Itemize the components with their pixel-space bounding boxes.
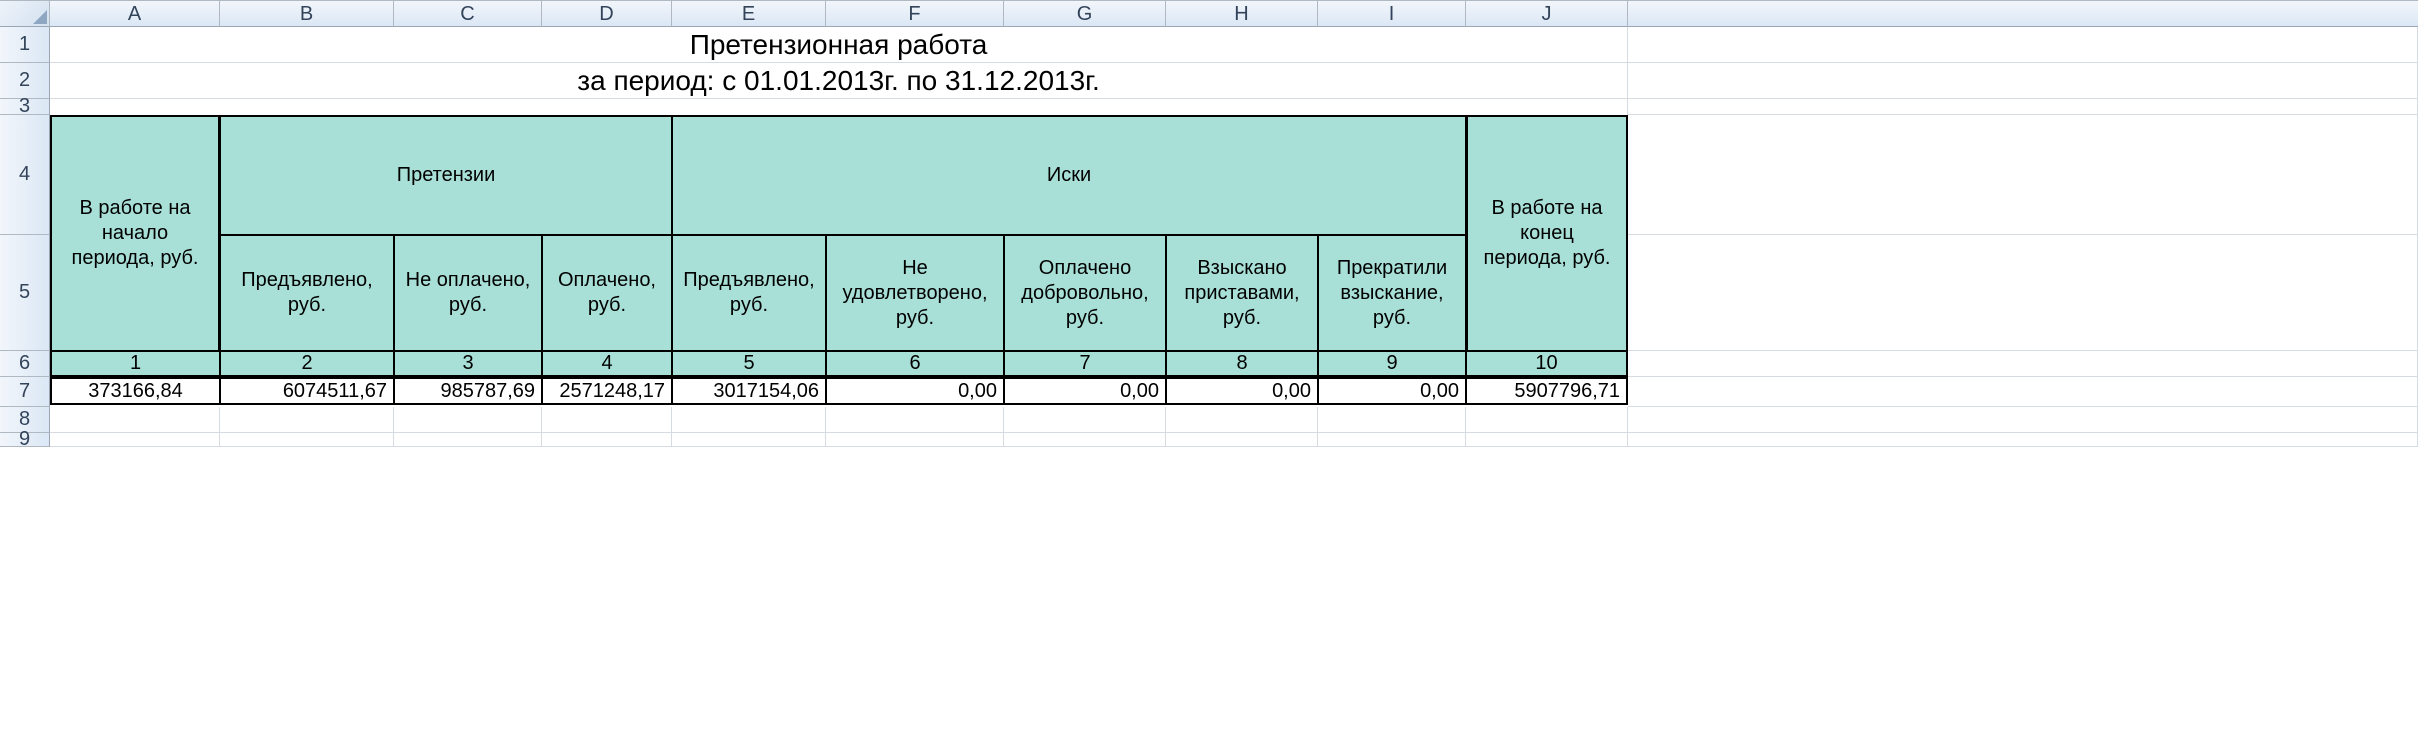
spreadsheet-grid[interactable]: A B C D E F G H I J 1 Претензионная рабо…: [0, 0, 2418, 447]
table-header-c: Не оплачено, руб.: [394, 235, 542, 351]
cell-A8[interactable]: [50, 407, 220, 433]
cell-J9[interactable]: [1466, 433, 1628, 447]
trailing-cell: [1628, 27, 2418, 63]
cell-F8[interactable]: [826, 407, 1004, 433]
cell-I8[interactable]: [1318, 407, 1466, 433]
data-f[interactable]: 0,00: [826, 377, 1004, 405]
index-3: 3: [394, 351, 542, 377]
cell-D9[interactable]: [542, 433, 672, 447]
col-header-C[interactable]: C: [394, 1, 542, 27]
table-header-d: Оплачено, руб.: [542, 235, 672, 351]
row-header-7[interactable]: 7: [0, 377, 50, 407]
select-all-corner[interactable]: [0, 1, 50, 27]
index-6: 6: [826, 351, 1004, 377]
trailing-cell: [1628, 115, 2418, 235]
col-header-trailing: [1628, 1, 2418, 27]
table-header-start-balance: В работе на начало периода, руб.: [50, 115, 220, 351]
data-i[interactable]: 0,00: [1318, 377, 1466, 405]
cell-F9[interactable]: [826, 433, 1004, 447]
trailing-cell: [1628, 235, 2418, 351]
col-header-D[interactable]: D: [542, 1, 672, 27]
cell-C9[interactable]: [394, 433, 542, 447]
trailing-cell: [1628, 351, 2418, 377]
table-header-group-lawsuits: Иски: [672, 115, 1466, 235]
table-header-group-claims: Претензии: [220, 115, 672, 235]
table-header-e: Предъявлено, руб.: [672, 235, 826, 351]
row-header-4[interactable]: 4: [0, 115, 50, 235]
table-header-end-balance: В работе на конец периода, руб.: [1466, 115, 1628, 351]
trailing-cell: [1628, 407, 2418, 433]
table-header-g: Оплачено добровольно, руб.: [1004, 235, 1166, 351]
index-4: 4: [542, 351, 672, 377]
trailing-cell: [1628, 433, 2418, 447]
page-subtitle: за период: с 01.01.2013г. по 31.12.2013г…: [50, 63, 1628, 99]
table-header-h: Взыскано приставами, руб.: [1166, 235, 1318, 351]
index-7: 7: [1004, 351, 1166, 377]
empty-row: [50, 99, 1628, 115]
cell-G8[interactable]: [1004, 407, 1166, 433]
table-header-b: Предъявлено, руб.: [220, 235, 394, 351]
trailing-cell: [1628, 63, 2418, 99]
cell-B8[interactable]: [220, 407, 394, 433]
data-e[interactable]: 3017154,06: [672, 377, 826, 405]
data-j[interactable]: 5907796,71: [1466, 377, 1628, 405]
row-header-9[interactable]: 9: [0, 433, 50, 447]
row-header-1[interactable]: 1: [0, 27, 50, 63]
table-header-f: Не удовлетворено, руб.: [826, 235, 1004, 351]
col-header-A[interactable]: A: [50, 1, 220, 27]
cell-H9[interactable]: [1166, 433, 1318, 447]
data-g[interactable]: 0,00: [1004, 377, 1166, 405]
col-header-I[interactable]: I: [1318, 1, 1466, 27]
cell-E9[interactable]: [672, 433, 826, 447]
cell-G9[interactable]: [1004, 433, 1166, 447]
col-header-F[interactable]: F: [826, 1, 1004, 27]
cell-C8[interactable]: [394, 407, 542, 433]
cell-I9[interactable]: [1318, 433, 1466, 447]
data-a[interactable]: 373166,84: [50, 377, 220, 405]
index-10: 10: [1466, 351, 1628, 377]
col-header-H[interactable]: H: [1166, 1, 1318, 27]
cell-E8[interactable]: [672, 407, 826, 433]
data-c[interactable]: 985787,69: [394, 377, 542, 405]
index-8: 8: [1166, 351, 1318, 377]
trailing-cell: [1628, 99, 2418, 115]
col-header-J[interactable]: J: [1466, 1, 1628, 27]
index-1: 1: [50, 351, 220, 377]
col-header-E[interactable]: E: [672, 1, 826, 27]
row-header-5[interactable]: 5: [0, 235, 50, 351]
cell-B9[interactable]: [220, 433, 394, 447]
page-title: Претензионная работа: [50, 27, 1628, 63]
cell-J8[interactable]: [1466, 407, 1628, 433]
row-header-3[interactable]: 3: [0, 99, 50, 115]
data-b[interactable]: 6074511,67: [220, 377, 394, 405]
row-header-2[interactable]: 2: [0, 63, 50, 99]
data-h[interactable]: 0,00: [1166, 377, 1318, 405]
cell-D8[interactable]: [542, 407, 672, 433]
index-5: 5: [672, 351, 826, 377]
cell-H8[interactable]: [1166, 407, 1318, 433]
col-header-G[interactable]: G: [1004, 1, 1166, 27]
col-header-B[interactable]: B: [220, 1, 394, 27]
data-d[interactable]: 2571248,17: [542, 377, 672, 405]
row-header-6[interactable]: 6: [0, 351, 50, 377]
cell-A9[interactable]: [50, 433, 220, 447]
index-9: 9: [1318, 351, 1466, 377]
index-2: 2: [220, 351, 394, 377]
trailing-cell: [1628, 377, 2418, 407]
table-header-i: Прекратили взыскание, руб.: [1318, 235, 1466, 351]
